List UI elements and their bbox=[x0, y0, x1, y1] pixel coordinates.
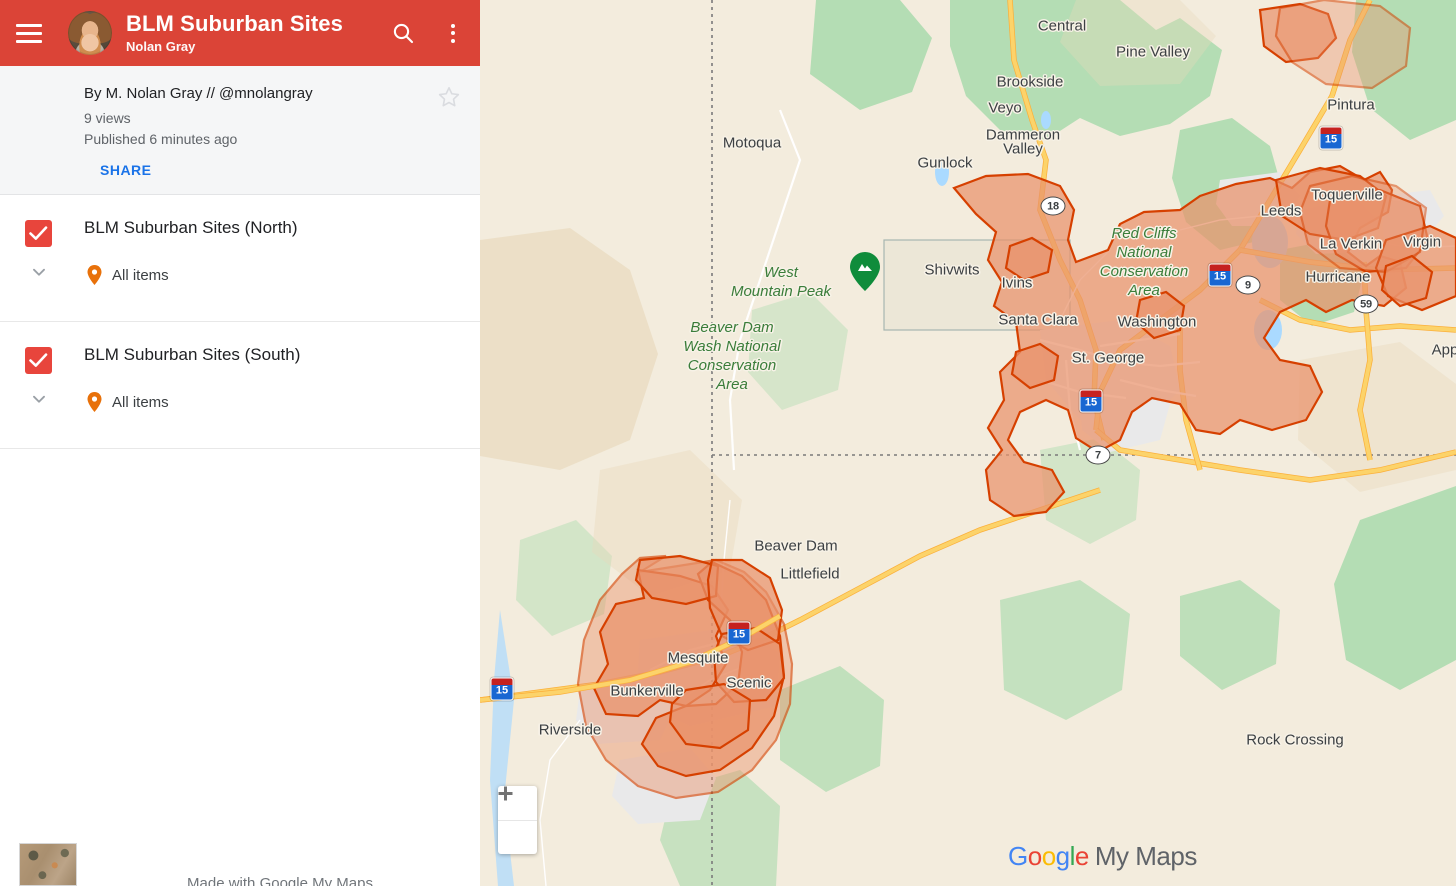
share-button[interactable]: SHARE bbox=[100, 162, 152, 178]
layer-row: BLM Suburban Sites (North) All items bbox=[0, 195, 480, 322]
logo-letter-o2: o bbox=[1041, 841, 1056, 871]
layer-visibility-checkbox[interactable] bbox=[25, 220, 52, 247]
check-icon bbox=[29, 226, 48, 240]
chevron-down-icon bbox=[33, 268, 45, 276]
layer-visibility-checkbox[interactable] bbox=[25, 347, 52, 374]
park-marker-icon[interactable] bbox=[850, 252, 880, 291]
star-button[interactable] bbox=[436, 84, 462, 110]
map-sidebar: BLM Suburban Sites Nolan Gray By M. Nola… bbox=[0, 0, 480, 886]
app-header: BLM Suburban Sites Nolan Gray bbox=[0, 0, 480, 66]
overflow-menu-button[interactable] bbox=[440, 20, 466, 46]
logo-letter-e: e bbox=[1074, 841, 1089, 871]
published-timestamp: Published 6 minutes ago bbox=[84, 131, 238, 147]
minus-icon bbox=[498, 792, 513, 795]
layer-title: BLM Suburban Sites (North) bbox=[84, 218, 298, 237]
interstate-shield-icon: 15 bbox=[1319, 126, 1343, 150]
route-shield-icon: 59 bbox=[1353, 294, 1379, 314]
watermark-suffix: My Maps bbox=[1094, 841, 1197, 871]
logo-letter-g: g bbox=[1055, 841, 1070, 871]
interstate-shield-icon: 15 bbox=[727, 621, 751, 645]
route-shield-icon: 9 bbox=[1235, 275, 1261, 295]
logo-letter-G: G bbox=[1008, 841, 1028, 871]
map-byline: By M. Nolan Gray // @mnolangray bbox=[84, 85, 313, 102]
interstate-shield-icon: 15 bbox=[490, 677, 514, 701]
google-my-maps-watermark: Google My Maps bbox=[1008, 841, 1197, 872]
layer-items-label: All items bbox=[112, 393, 169, 411]
my-maps-app: .land { fill:#f3ecdd; } .forest { fill:#… bbox=[0, 0, 1456, 886]
page-title: BLM Suburban Sites bbox=[126, 10, 343, 36]
interstate-shield-icon: 15 bbox=[1208, 263, 1232, 287]
view-count: 9 views bbox=[84, 110, 131, 126]
chevron-down-icon bbox=[33, 395, 45, 403]
check-icon bbox=[29, 353, 48, 367]
layer-items-row[interactable]: All items bbox=[84, 264, 462, 286]
zoom-controls[interactable] bbox=[498, 786, 537, 854]
map-pin-icon bbox=[86, 264, 103, 286]
map-info-panel: By M. Nolan Gray // @mnolangray 9 views … bbox=[0, 66, 480, 195]
map-owner-name: Nolan Gray bbox=[126, 38, 196, 54]
more-vert-icon bbox=[451, 23, 455, 43]
header-title-block: BLM Suburban Sites Nolan Gray bbox=[126, 10, 382, 55]
route-shield-icon: 18 bbox=[1040, 196, 1066, 216]
layer-expander[interactable] bbox=[28, 261, 50, 283]
zoom-out-button[interactable] bbox=[498, 792, 537, 854]
route-shield-icon: 7 bbox=[1085, 445, 1111, 465]
header-actions bbox=[390, 20, 466, 46]
layer-row: BLM Suburban Sites (South) All items bbox=[0, 322, 480, 449]
made-with-credit: Made with Google My Maps bbox=[187, 875, 373, 886]
logo-letter-o1: o bbox=[1027, 841, 1042, 871]
map-graphics: .land { fill:#f3ecdd; } .forest { fill:#… bbox=[480, 0, 1456, 886]
search-button[interactable] bbox=[390, 20, 416, 46]
blm-south-polygons bbox=[576, 554, 794, 800]
interstate-shield-icon: 15 bbox=[1079, 389, 1103, 413]
map-canvas[interactable]: .land { fill:#f3ecdd; } .forest { fill:#… bbox=[480, 0, 1456, 886]
search-icon bbox=[393, 23, 414, 44]
layer-items-label: All items bbox=[112, 266, 169, 284]
layer-expander[interactable] bbox=[28, 388, 50, 410]
star-outline-icon bbox=[438, 86, 460, 107]
hamburger-menu-icon[interactable] bbox=[16, 21, 46, 45]
layer-list: BLM Suburban Sites (North) All items BLM… bbox=[0, 195, 480, 449]
layer-title: BLM Suburban Sites (South) bbox=[84, 345, 301, 364]
user-avatar[interactable] bbox=[68, 11, 112, 55]
map-pin-icon bbox=[86, 391, 103, 413]
layer-items-row[interactable]: All items bbox=[84, 391, 462, 413]
